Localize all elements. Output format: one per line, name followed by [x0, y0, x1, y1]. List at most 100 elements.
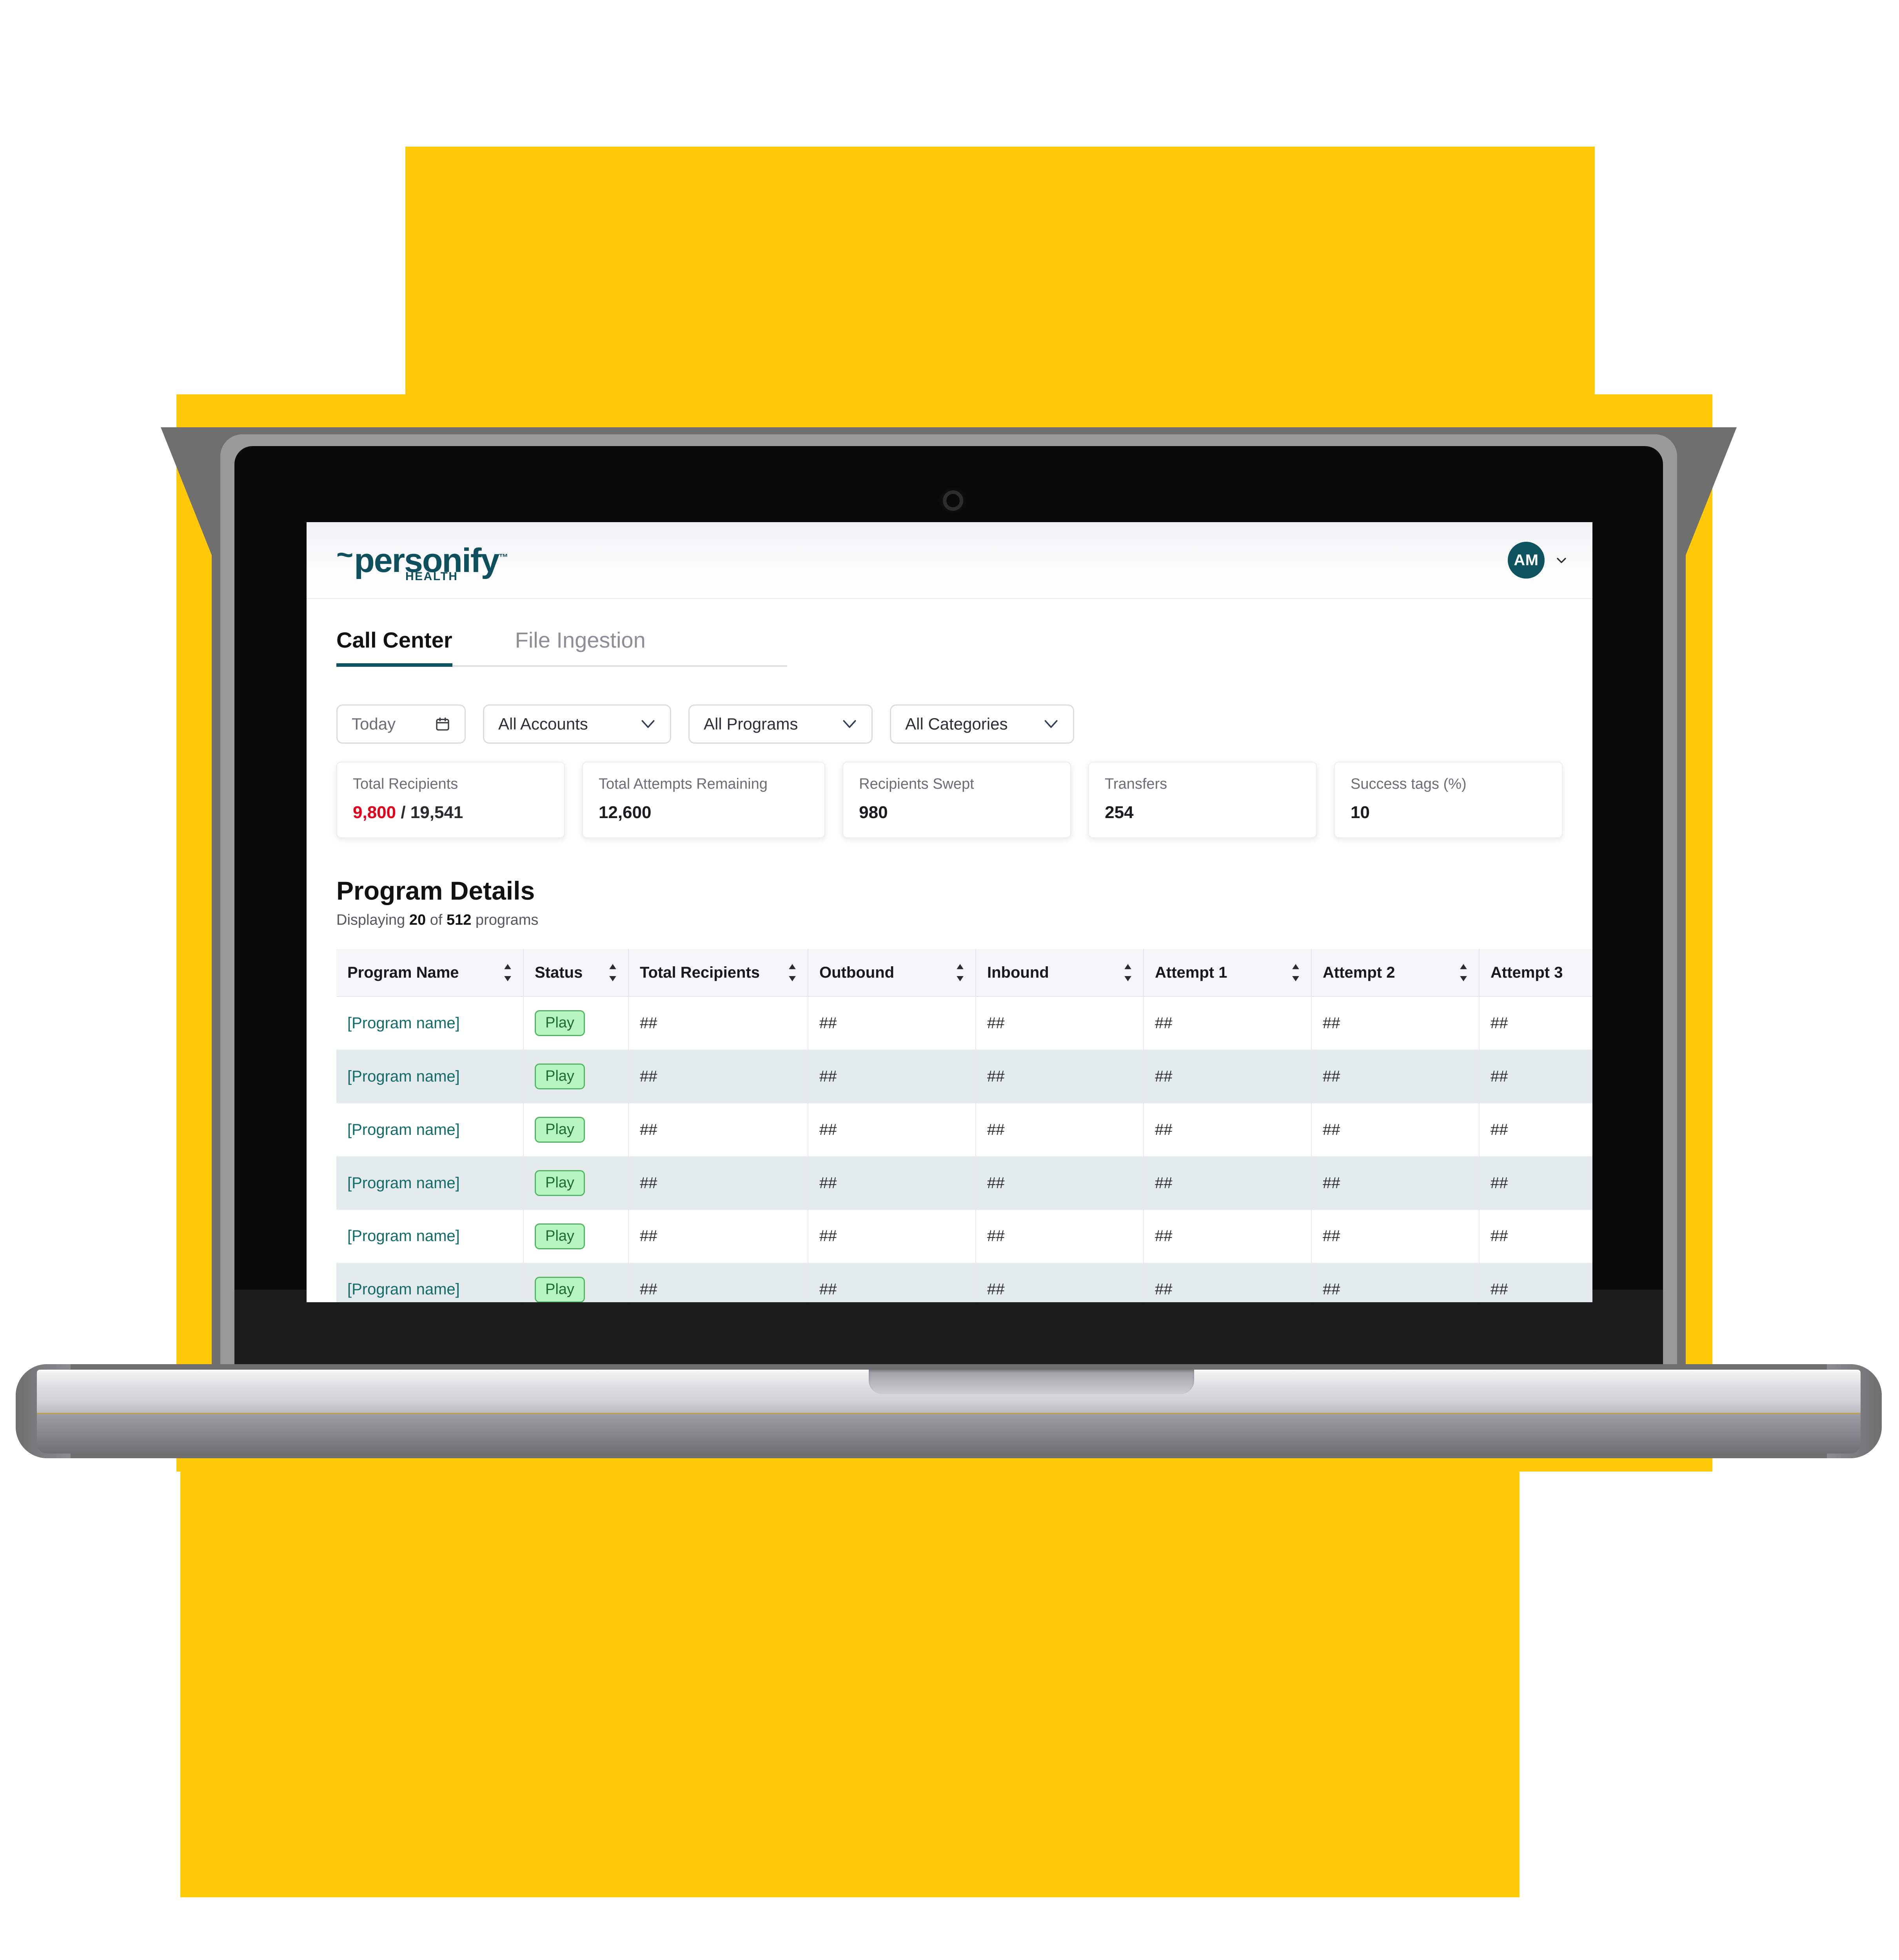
table-body: [Program name] Play ## ## ## ## ## ## ## — [336, 996, 1592, 1302]
cell-attempt-3: ## — [1479, 1263, 1592, 1302]
cell-outbound: ## — [808, 1263, 976, 1302]
logo-trademark-mark: ™ — [499, 552, 508, 563]
table-row[interactable]: [Program name] Play ## ## ## ## ## ## ## — [336, 996, 1592, 1051]
user-menu[interactable]: AM — [1508, 542, 1568, 579]
cell-attempt-2: ## — [1311, 1103, 1480, 1157]
table-row[interactable]: [Program name] Play ## ## ## ## ## ## ## — [336, 1050, 1592, 1104]
program-name-link[interactable]: [Program name] — [347, 1174, 460, 1192]
kpi-value: 9,800 / 19,541 — [353, 803, 548, 822]
cell-inbound: ## — [976, 996, 1144, 1051]
table-row[interactable]: [Program name] Play ## ## ## ## ## ## ## — [336, 1156, 1592, 1210]
sort-arrows-icon[interactable] — [608, 963, 617, 982]
tab-file-ingestion[interactable]: File Ingestion — [515, 627, 646, 665]
cell-attempt-1: ## — [1144, 1103, 1312, 1157]
kpi-value: 254 — [1105, 803, 1134, 822]
cell-outbound: ## — [808, 1103, 976, 1157]
column-header-program-name[interactable]: Program Name — [336, 949, 524, 997]
main-tabs: Call Center File Ingestion — [336, 627, 787, 667]
accounts-select[interactable]: All Accounts — [483, 704, 671, 744]
cell-status: Play — [523, 1209, 629, 1263]
play-button[interactable]: Play — [535, 1223, 585, 1249]
column-header-status[interactable]: Status — [523, 949, 629, 997]
program-name-link[interactable]: [Program name] — [347, 1227, 460, 1245]
categories-select[interactable]: All Categories — [890, 704, 1074, 744]
sort-arrows-icon[interactable] — [788, 963, 797, 982]
cell-inbound: ## — [976, 1209, 1144, 1263]
cell-attempt-1: ## — [1144, 1050, 1312, 1104]
cell-total-recipients: ## — [628, 1103, 808, 1157]
play-button[interactable]: Play — [535, 1010, 585, 1036]
chevron-down-icon[interactable] — [640, 719, 656, 729]
table-header-row: Program Name Status Total Recipients Out… — [336, 949, 1592, 997]
column-header-attempt-3[interactable]: Attempt 3 — [1479, 949, 1592, 997]
sort-arrows-icon[interactable] — [1291, 963, 1300, 982]
column-header-label: Outbound — [819, 964, 895, 981]
kpi-card-recipients-swept: Recipients Swept 980 — [842, 762, 1071, 838]
chevron-down-icon[interactable] — [1043, 719, 1059, 729]
cell-outbound: ## — [808, 1209, 976, 1263]
cell-attempt-2: ## — [1311, 1263, 1480, 1302]
table-head: Program Name Status Total Recipients Out… — [336, 949, 1592, 997]
cell-status: Play — [523, 1103, 629, 1157]
sort-arrows-icon[interactable] — [1459, 963, 1468, 982]
cell-attempt-3: ## — [1479, 1050, 1592, 1104]
cell-attempt-1: ## — [1144, 1209, 1312, 1263]
calendar-icon[interactable] — [435, 716, 450, 732]
laptop-base-front-edge — [37, 1413, 1861, 1454]
cell-total-recipients: ## — [628, 1156, 808, 1210]
chevron-down-icon[interactable] — [1555, 554, 1568, 567]
app-topbar: ~ personify™ HEALTH AM — [307, 522, 1592, 599]
cell-status: Play — [523, 1263, 629, 1302]
program-name-link[interactable]: [Program name] — [347, 1121, 460, 1138]
column-header-label: Status — [535, 964, 583, 981]
cell-program-name: [Program name] — [336, 1103, 524, 1157]
cell-program-name: [Program name] — [336, 1263, 524, 1302]
sort-arrows-icon[interactable] — [956, 963, 964, 982]
cell-inbound: ## — [976, 1156, 1144, 1210]
kpi-label: Total Attempts Remaining — [598, 776, 768, 792]
chevron-down-icon[interactable] — [842, 719, 857, 729]
tab-call-center[interactable]: Call Center — [336, 627, 452, 667]
cell-attempt-2: ## — [1311, 1050, 1480, 1104]
program-name-link[interactable]: [Program name] — [347, 1014, 460, 1032]
personify-health-logo[interactable]: ~ personify™ HEALTH — [336, 540, 508, 583]
column-header-total-recipients[interactable]: Total Recipients — [628, 949, 808, 997]
column-header-inbound[interactable]: Inbound — [976, 949, 1144, 997]
date-range-picker[interactable]: Today — [336, 704, 466, 744]
sort-arrows-icon[interactable] — [503, 963, 512, 982]
result-count-mid: of — [426, 912, 447, 928]
cell-total-recipients: ## — [628, 1263, 808, 1302]
table-row[interactable]: [Program name] Play ## ## ## ## ## ## ## — [336, 1209, 1592, 1263]
decorative-yellow-block-foot — [576, 1714, 1338, 1897]
result-count-suffix: programs — [471, 912, 539, 928]
program-name-link[interactable]: [Program name] — [347, 1281, 460, 1298]
kpi-label: Success tags (%) — [1351, 776, 1467, 792]
scene: ~ personify™ HEALTH AM Call Center File … — [0, 0, 1899, 1960]
programs-select-value: All Programs — [704, 715, 798, 733]
column-header-attempt-1[interactable]: Attempt 1 — [1144, 949, 1312, 997]
avatar[interactable]: AM — [1508, 542, 1545, 579]
kpi-value: 12,600 — [598, 803, 652, 822]
cell-status: Play — [523, 1156, 629, 1210]
cell-inbound: ## — [976, 1050, 1144, 1104]
cell-attempt-1: ## — [1144, 1263, 1312, 1302]
table-row[interactable]: [Program name] Play ## ## ## ## ## ## ## — [336, 1263, 1592, 1302]
table-row[interactable]: [Program name] Play ## ## ## ## ## ## ## — [336, 1103, 1592, 1157]
cell-program-name: [Program name] — [336, 1156, 524, 1210]
sort-arrows-icon[interactable] — [1124, 963, 1132, 982]
page-title: Program Details — [336, 876, 535, 905]
play-button[interactable]: Play — [535, 1276, 585, 1302]
kpi-label: Transfers — [1105, 776, 1167, 792]
programs-select[interactable]: All Programs — [688, 704, 873, 744]
laptop-base-notch — [869, 1370, 1194, 1394]
cell-attempt-2: ## — [1311, 996, 1480, 1051]
program-name-link[interactable]: [Program name] — [347, 1068, 460, 1085]
result-count: Displaying 20 of 512 programs — [336, 912, 1563, 929]
column-header-attempt-2[interactable]: Attempt 2 — [1311, 949, 1480, 997]
cell-program-name: [Program name] — [336, 1209, 524, 1263]
column-header-outbound[interactable]: Outbound — [808, 949, 976, 997]
play-button[interactable]: Play — [535, 1063, 585, 1090]
cell-program-name: [Program name] — [336, 1050, 524, 1104]
play-button[interactable]: Play — [535, 1170, 585, 1196]
play-button[interactable]: Play — [535, 1117, 585, 1143]
